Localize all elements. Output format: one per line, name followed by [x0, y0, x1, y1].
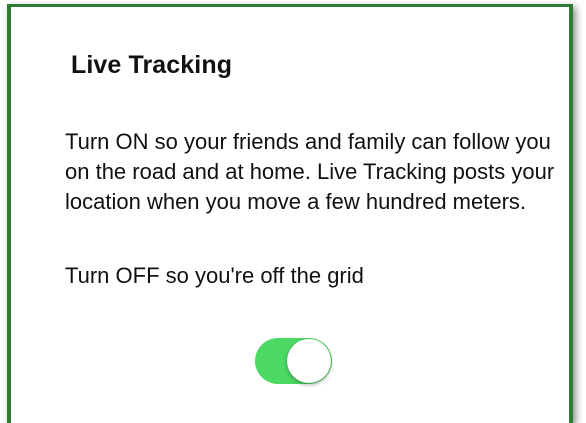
dialog-title: Live Tracking	[71, 51, 233, 79]
description-off-text: Turn OFF so you're off the grid	[65, 263, 364, 288]
live-tracking-toggle[interactable]	[255, 338, 332, 384]
description-on-text: Turn ON so your friends and family can f…	[65, 129, 555, 214]
toggle-knob[interactable]	[287, 339, 331, 383]
live-tracking-dialog: Live Tracking Turn ON so your friends an…	[7, 4, 573, 423]
